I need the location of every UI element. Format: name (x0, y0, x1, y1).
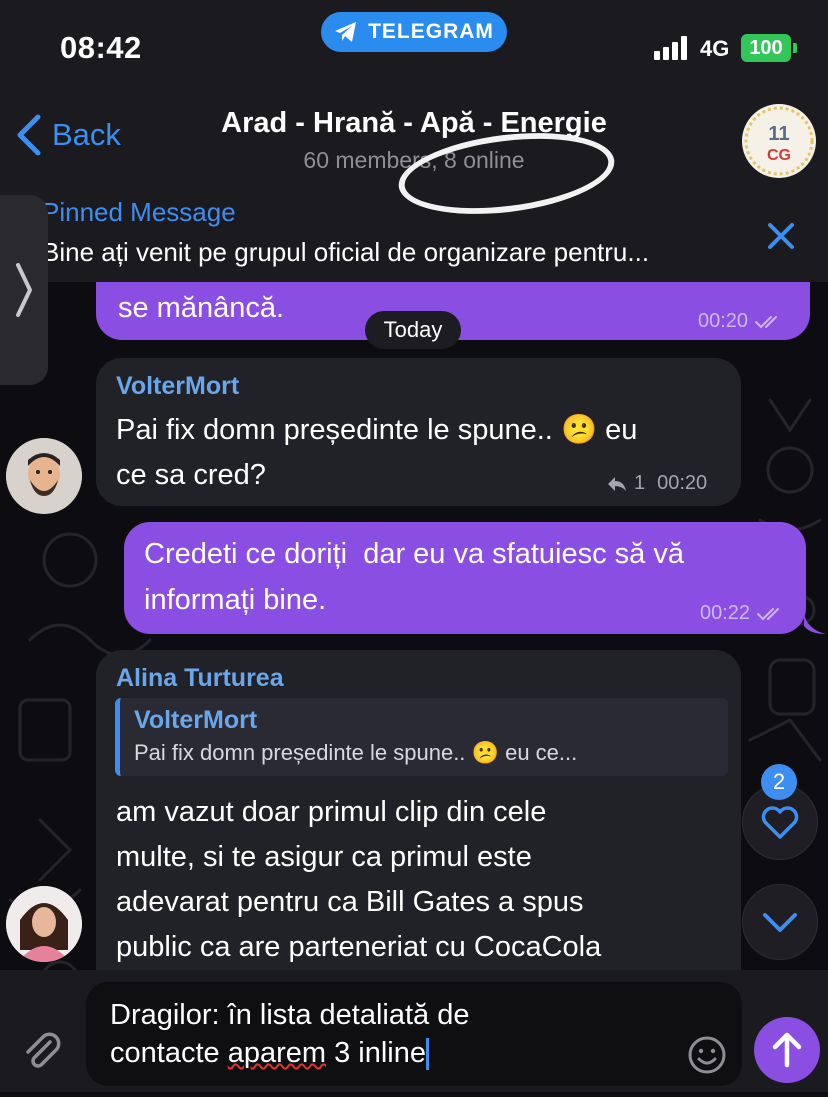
close-icon[interactable] (764, 219, 798, 253)
misspelled-word: aparem (227, 1037, 327, 1069)
avatar[interactable] (6, 438, 82, 514)
avatar-memoji-icon (6, 438, 82, 514)
scroll-down-button[interactable] (742, 884, 818, 960)
sender-name[interactable]: Alina Turturea (116, 664, 284, 693)
group-logo-number: 11 (768, 123, 789, 145)
reply-arrow-icon[interactable] (606, 475, 628, 493)
quoted-reply[interactable]: VolterMort Pai fix domn președinte le sp… (115, 698, 728, 776)
incoming-message[interactable]: VolterMort Pai fix domn președinte le sp… (96, 358, 741, 506)
battery-cap (793, 43, 797, 53)
signal-strength-icon (654, 36, 687, 60)
quote-sender: VolterMort (134, 706, 258, 734)
sender-name[interactable]: VolterMort (116, 372, 239, 401)
text-caret (425, 1038, 429, 1071)
date-separator: Today (365, 311, 461, 349)
group-logo-initials: CG (767, 147, 791, 164)
arrow-up-icon (772, 1032, 802, 1068)
message-text-line1: Pai fix domn președinte le spune.. (116, 414, 553, 446)
message-time: 00:20 (698, 310, 749, 332)
message-line: am vazut doar primul clip din cele (116, 796, 547, 828)
message-meta: 00:20 (698, 310, 784, 333)
attach-icon[interactable] (20, 1030, 64, 1074)
group-logo-icon: 11 CG (744, 106, 814, 176)
outgoing-message[interactable]: Credeti ce doriți dar eu va sfatuiesc să… (124, 522, 806, 634)
chevron-left-icon (17, 114, 41, 156)
message-line: multe, si te asigur ca primul este (116, 841, 532, 873)
avatar[interactable] (6, 886, 82, 962)
back-label: Back (52, 117, 121, 152)
quote-text-tail: eu ce... (505, 740, 578, 765)
input-text-after: 3 inline (326, 1037, 426, 1069)
quote-text: Pai fix domn președinte le spune.. 😕 eu … (134, 740, 577, 766)
back-button[interactable]: Back (14, 113, 121, 157)
message-input[interactable]: Dragilor: în lista detaliată de contacte… (86, 982, 742, 1086)
confused-emoji: 😕 (560, 414, 598, 446)
app-pill-label: TELEGRAM (368, 20, 494, 43)
chat-title[interactable]: Arad - Hrană - Apă - Energie (150, 107, 678, 140)
network-type: 4G (700, 36, 730, 61)
chevron-down-icon (763, 913, 797, 932)
message-input-text[interactable]: Dragilor: în lista detaliată de contacte… (110, 996, 670, 1072)
double-check-icon (757, 607, 780, 620)
avatar-photo-icon (6, 886, 82, 962)
pinned-title: Pinned Message (42, 197, 236, 227)
message-line: public ca are parteneriat cu CocaCola (116, 931, 602, 963)
side-panel-handle[interactable] (0, 195, 48, 385)
message-meta: 00:22 (700, 602, 786, 625)
input-line2: contacte aparem 3 inline (110, 1034, 670, 1072)
message-time: 00:22 (700, 602, 751, 624)
status-time: 08:42 (60, 30, 142, 65)
input-text-before: contacte (110, 1037, 228, 1069)
quote-text-body: Pai fix domn președinte le spune.. (134, 740, 466, 765)
quote-emoji: 😕 (471, 740, 499, 765)
pinned-text: Bine ați venit pe grupul oficial de orga… (42, 237, 650, 267)
battery-indicator: 100 (741, 34, 791, 62)
message-text-tail: eu (605, 414, 638, 446)
message-time: 00:20 (657, 472, 708, 494)
message-text-line1: Credeti ce doriți dar eu va sfatuiesc să… (144, 538, 684, 570)
send-button[interactable] (754, 1017, 820, 1083)
double-check-icon (755, 315, 778, 328)
message-text: Pai fix domn președinte le spune.. 😕 eu (116, 408, 637, 453)
status-bar: 08:42 TELEGRAM 4G 100 (0, 0, 828, 95)
message-text: se mănâncă. (118, 292, 285, 324)
reply-count[interactable]: 1 (634, 472, 645, 495)
emoji-icon[interactable] (686, 1034, 728, 1076)
bubble-tail (804, 614, 826, 634)
message-line: adevarat pentru ca Bill Gates a spus (116, 886, 584, 918)
return-to-telegram-pill[interactable]: TELEGRAM (321, 12, 507, 52)
message-text-line2: informați bine. (144, 584, 327, 616)
message-meta: 1 00:20 (606, 472, 707, 495)
chevron-right-icon (16, 263, 32, 317)
group-avatar[interactable]: 11 CG (742, 104, 816, 178)
message-text-line2: ce sa cred? (116, 459, 266, 491)
reactions-count-badge: 2 (761, 764, 797, 800)
telegram-plane-icon (335, 22, 357, 42)
input-line1: Dragilor: în lista detaliată de (110, 999, 470, 1031)
